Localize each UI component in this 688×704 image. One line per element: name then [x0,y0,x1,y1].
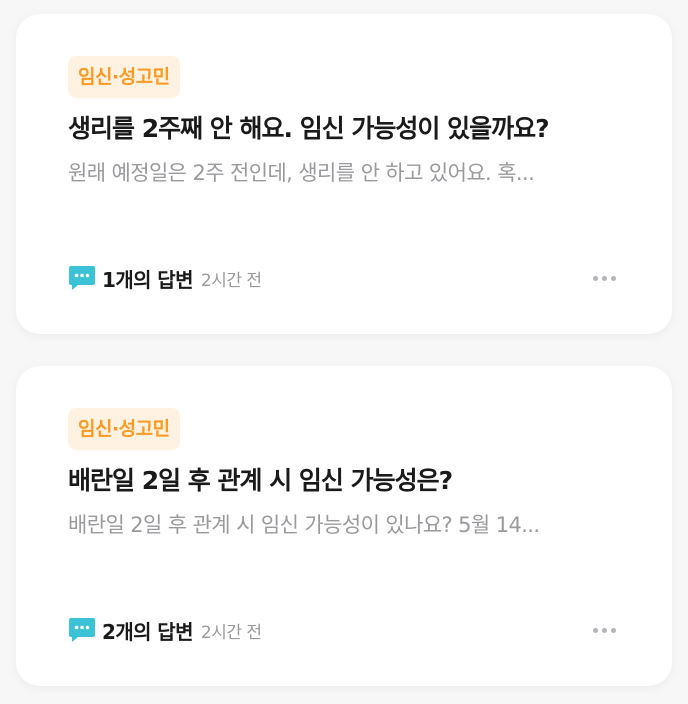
post-preview: 배란일 2일 후 관계 시 임신 가능성이 있나요? 5월 14... [68,513,540,537]
post-time: 2시간 전 [200,270,262,291]
category-tag[interactable]: 임신·성고민 [68,408,180,450]
post-title[interactable]: 생리를 2주째 안 해요. 임신 가능성이 있을까요? [68,112,620,146]
more-icon[interactable] [588,614,620,646]
post-feed: 임신·성고민 생리를 2주째 안 해요. 임신 가능성이 있을까요? 원래 예정… [0,0,688,704]
comment-icon [68,617,96,643]
post-footer: 2개의 답변 2시간 전 [68,614,620,646]
post-footer: 1개의 답변 2시간 전 [68,262,620,294]
answer-count[interactable]: 2개의 답변 [102,616,193,645]
answer-count[interactable]: 1개의 답변 [102,264,193,293]
category-tag[interactable]: 임신·성고민 [68,56,180,98]
comment-icon [68,265,96,291]
post-card[interactable]: 임신·성고민 생리를 2주째 안 해요. 임신 가능성이 있을까요? 원래 예정… [16,14,672,334]
post-preview: 원래 예정일은 2주 전인데, 생리를 안 하고 있어요. 혹... [68,161,535,185]
more-icon[interactable] [588,262,620,294]
post-time: 2시간 전 [200,622,262,643]
post-card[interactable]: 임신·성고민 배란일 2일 후 관계 시 임신 가능성은? 배란일 2일 후 관… [16,366,672,686]
post-title[interactable]: 배란일 2일 후 관계 시 임신 가능성은? [68,464,620,498]
